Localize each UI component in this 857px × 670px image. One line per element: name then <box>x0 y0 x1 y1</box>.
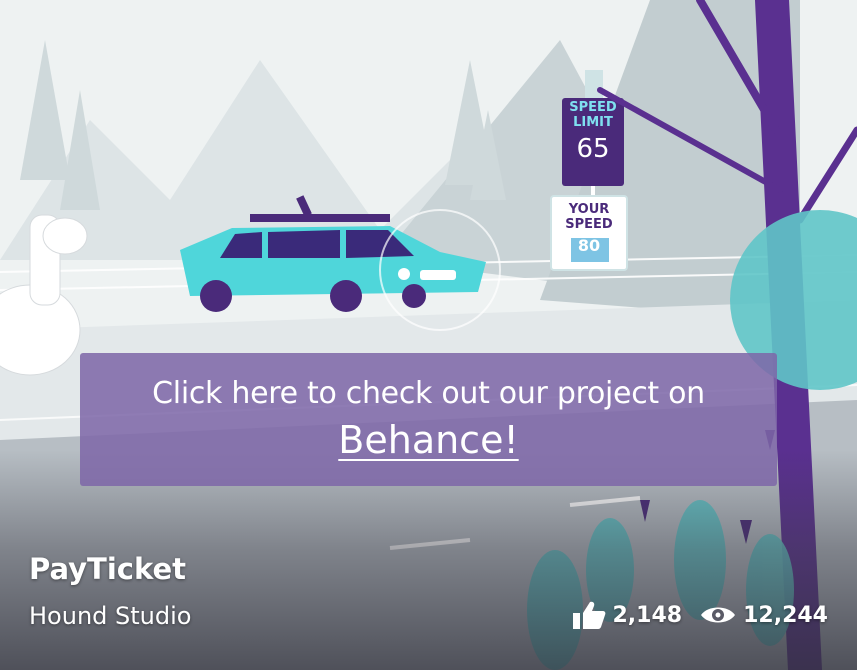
appreciations-count: 2,148 <box>612 602 683 628</box>
cta-text: Click here to check out our project on <box>152 375 705 411</box>
thumbs-up-icon <box>572 600 606 630</box>
speed-limit-label: LIMIT <box>573 115 613 130</box>
views-stat: 12,244 <box>700 603 828 628</box>
speed-limit-sign: SPEED LIMIT 65 <box>562 100 624 168</box>
your-speed-sign: YOUR SPEED 80 <box>551 202 627 260</box>
eye-icon <box>700 604 736 626</box>
project-owner[interactable]: Hound Studio <box>29 602 191 630</box>
your-speed-label: SPEED <box>565 217 613 232</box>
your-speed-label: YOUR <box>568 202 610 217</box>
your-speed-value: 80 <box>577 236 601 255</box>
project-card[interactable]: SPEED LIMIT 65 YOUR SPEED 80 Click here … <box>0 0 857 670</box>
behance-cta-banner[interactable]: Click here to check out our project on B… <box>80 353 777 486</box>
views-count: 12,244 <box>743 602 828 628</box>
speed-limit-label: SPEED <box>569 100 617 115</box>
project-title[interactable]: PayTicket <box>29 552 186 586</box>
appreciations-stat: 2,148 <box>572 600 683 630</box>
behance-link[interactable]: Behance! <box>338 414 518 466</box>
speed-limit-value: 65 <box>576 134 610 164</box>
project-stats: 2,148 12,244 <box>572 600 828 630</box>
